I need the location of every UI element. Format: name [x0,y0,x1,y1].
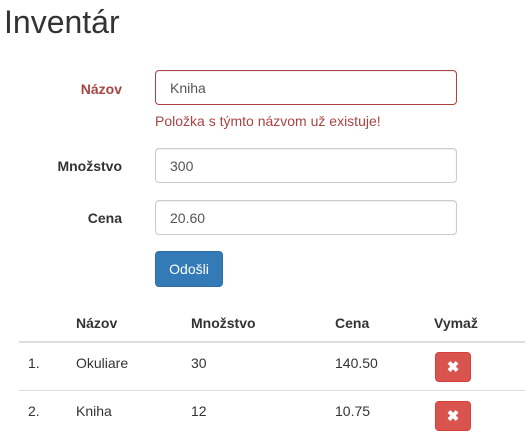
header-quantity: Množstvo [191,315,256,331]
row-price: 140.50 [335,355,378,371]
price-label: Cena [87,210,122,226]
row-index: 1. [28,355,40,371]
header-delete: Vymaž [434,315,478,331]
price-field[interactable] [155,200,457,235]
times-icon: ✖ [446,408,460,425]
row-price: 10.75 [335,403,371,419]
quantity-label: Množstvo [57,158,122,174]
row-name: Okuliare [76,355,129,371]
row-quantity: 12 [191,403,207,419]
row-quantity: 30 [191,355,207,371]
name-field[interactable] [155,70,457,105]
row-name: Kniha [76,403,112,419]
submit-button[interactable]: Odošli [155,251,223,287]
name-error-message: Položka s týmto názvom už existuje! [155,113,381,129]
header-divider [19,341,525,343]
row-index: 2. [28,403,40,419]
header-name: Názov [76,315,118,331]
page-title: Inventár [4,4,120,40]
delete-button[interactable]: ✖ [435,401,471,431]
times-icon: ✖ [446,359,460,376]
quantity-field[interactable] [155,148,457,183]
name-label: Názov [80,81,122,97]
header-price: Cena [335,315,370,331]
row-divider [19,390,525,391]
delete-button[interactable]: ✖ [435,352,471,382]
